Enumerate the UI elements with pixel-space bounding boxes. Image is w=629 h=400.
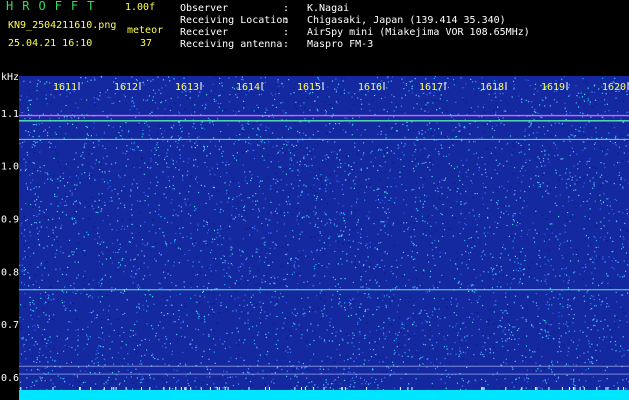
info-colon: : [283,3,290,14]
time-tick-label: 1617 [419,82,443,93]
receiver-label: Receiver [180,27,229,38]
frequency-tick-label: 1.0 [1,162,19,173]
info-colon: : [283,39,290,50]
antenna-label: Receiving antenna [180,39,283,50]
time-tick-label: 1618 [480,82,504,93]
time-tick-label: 1615 [297,82,321,93]
frequency-tick-label: 0.6 [1,373,19,384]
spectrogram[interactable]: 1611 1612 1613 1614 1615 1616 1617 1618 1619 1620 [19,76,629,400]
info-colon: : [283,15,290,26]
frequency-axis: kHz 1.1 1.0 0.9 0.8 0.7 0.6 [1,72,19,384]
time-tick-label: 1619 [541,82,565,93]
time-tick-label: 1614 [236,82,260,93]
frequency-tick-label: 0.9 [1,214,19,225]
time-tick-label: 1611 [53,82,77,93]
location-value: Chigasaki, Japan (139.414 35.340) [307,15,506,26]
observer-value: K.Nagai [307,3,350,14]
time-tick-label: 1616 [358,82,382,93]
time-tick-label: 1612 [114,82,138,93]
spectrogram-background [19,76,629,400]
bottom-band [19,390,629,400]
frequency-tick-label: 0.7 [1,320,19,331]
antenna-value: Maspro FM-3 [307,39,374,50]
receiver-value: AirSpy mini (Miakejima VOR 108.65MHz) [307,27,530,38]
time-tick-label: 1620 [602,82,626,93]
frequency-tick-label: 1.1 [1,109,19,120]
file-name: KN9_2504211610.png [8,20,117,31]
axis-unit-label: kHz [1,72,19,83]
observer-label: Observer [180,3,229,14]
version-label: 1.00f [125,2,156,13]
datetime-label: 25.04.21 16:10 [8,38,93,49]
location-label: Receiving Location [180,15,289,26]
time-tick-label: 1613 [175,82,199,93]
app-title: HROFFT [6,0,104,13]
frequency-tick-label: 0.8 [1,267,19,278]
meteor-count: 37 [140,38,153,49]
info-colon: : [283,27,290,38]
mode-label: meteor [127,25,164,36]
